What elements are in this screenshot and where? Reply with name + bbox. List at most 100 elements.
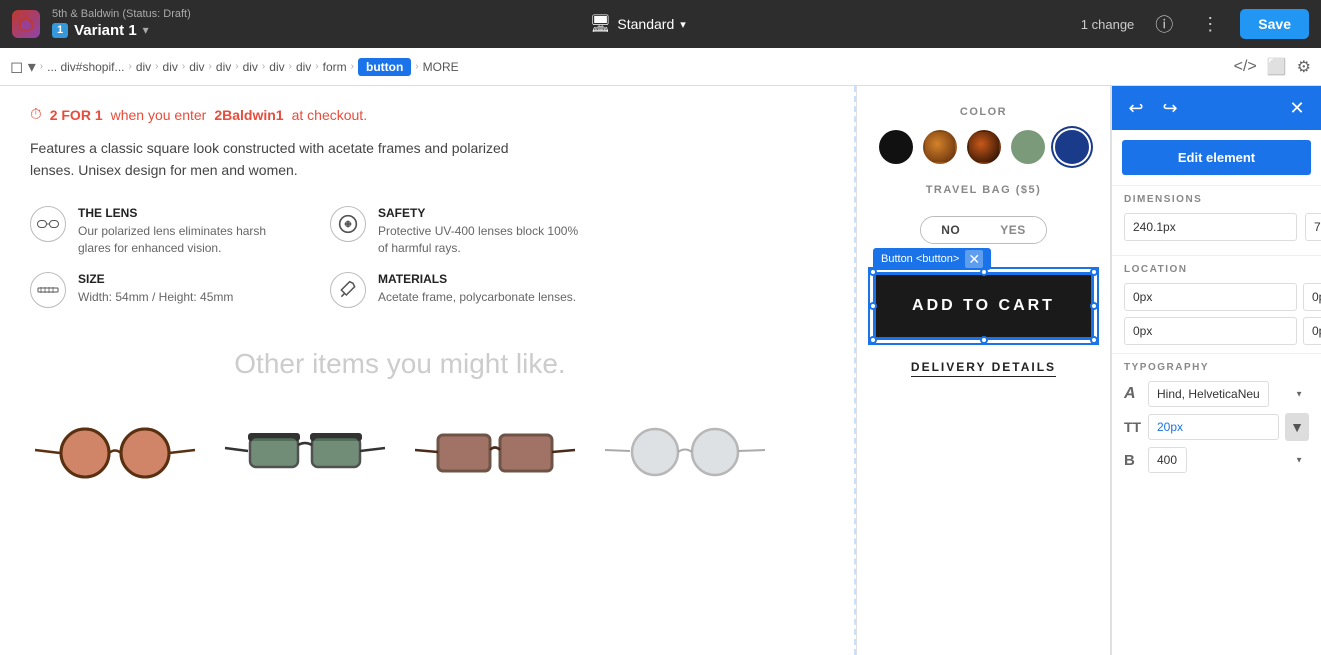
handle-bottom-center[interactable]: [980, 336, 988, 344]
location-label: LOCATION: [1124, 264, 1309, 275]
breadcrumb-item-2[interactable]: div: [163, 60, 178, 74]
redo-button[interactable]: ↪: [1156, 94, 1184, 122]
breadcrumb-item-4[interactable]: div: [216, 60, 231, 74]
settings-button[interactable]: ⚙: [1297, 57, 1311, 77]
add-to-cart-button[interactable]: ADD TO CART: [873, 272, 1094, 340]
promo-suffix: when you enter: [111, 107, 207, 123]
loc-y2-input[interactable]: [1303, 317, 1321, 345]
font-family-select[interactable]: Hind, HelveticaNeu: [1148, 381, 1269, 407]
font-size-wrapper: [1148, 414, 1279, 440]
font-family-wrapper: Hind, HelveticaNeu: [1148, 381, 1309, 407]
lens-icon: [30, 206, 66, 242]
handle-middle-left[interactable]: [869, 302, 877, 310]
height-input[interactable]: [1305, 213, 1321, 241]
topbar-center: 🖥 Standard ▾: [207, 10, 1069, 38]
product-description: Features a classic square look construct…: [30, 137, 550, 182]
color-swatch-amber[interactable]: [923, 130, 957, 164]
topbar: 5th & Baldwin (Status: Draft) 1 Variant …: [0, 0, 1321, 48]
color-swatch-sage[interactable]: [1011, 130, 1045, 164]
travel-bag-toggle[interactable]: NO YES: [920, 216, 1047, 244]
variant-badge: 1: [52, 23, 68, 38]
font-family-icon: A: [1124, 385, 1142, 403]
delivery-section: DELIVERY DETAILS: [873, 360, 1094, 377]
breadcrumb-item-1[interactable]: div: [136, 60, 151, 74]
variant-chevron-icon[interactable]: ▾: [143, 23, 149, 37]
breadcrumb-item-5[interactable]: div: [243, 60, 258, 74]
promo-end: at checkout.: [292, 107, 368, 123]
dimensions-label: DIMENSIONS: [1124, 194, 1309, 205]
loc-x2-input[interactable]: [1124, 317, 1297, 345]
toggle-yes[interactable]: YES: [980, 217, 1046, 243]
variant-title: Variant 1: [74, 22, 137, 40]
feature-lens: THE LENS Our polarized lens eliminates h…: [30, 206, 290, 257]
font-family-row: A Hind, HelveticaNeu: [1124, 381, 1309, 407]
font-weight-wrapper: 400: [1148, 447, 1309, 473]
device-chevron-icon: ▾: [680, 18, 686, 31]
code-view-button[interactable]: </>: [1234, 58, 1257, 76]
breadcrumb-item-3[interactable]: div: [189, 60, 204, 74]
breadcrumb-item-button[interactable]: button: [358, 58, 411, 76]
font-weight-select[interactable]: 400: [1148, 447, 1187, 473]
location-section: LOCATION: [1112, 255, 1321, 353]
breadcrumb-item-6[interactable]: div: [269, 60, 284, 74]
handle-middle-right[interactable]: [1090, 302, 1098, 310]
topbar-right: 1 change ⓘ ⋮ Save: [1081, 8, 1309, 40]
handle-top-right[interactable]: [1090, 268, 1098, 276]
loc-y1-input[interactable]: [1303, 283, 1321, 311]
close-panel-button[interactable]: ✕: [1283, 94, 1311, 122]
editor-panel: ↩ ↪ ✕ Edit element DIMENSIONS LOCATION: [1111, 86, 1321, 655]
breadcrumb-item-form[interactable]: form: [323, 60, 347, 74]
handle-bottom-right[interactable]: [1090, 336, 1098, 344]
draft-label: 5th & Baldwin (Status: Draft): [52, 8, 191, 21]
sunglass-1[interactable]: [30, 410, 200, 490]
feature-lens-content: THE LENS Our polarized lens eliminates h…: [78, 206, 290, 257]
toggle-no[interactable]: NO: [921, 217, 980, 243]
main-area: ⏱ 2 FOR 1 when you enter 2Baldwin1 at ch…: [0, 86, 1321, 655]
other-items-title: Other items you might like.: [30, 348, 770, 380]
color-label: COLOR: [873, 106, 1094, 118]
handle-bottom-left[interactable]: [869, 336, 877, 344]
feature-materials-desc: Acetate frame, polycarbonate lenses.: [378, 289, 576, 306]
element-badge: Button <button> ✕: [873, 248, 991, 270]
font-size-stepper[interactable]: ▼: [1285, 413, 1309, 441]
color-swatch-tortoise[interactable]: [967, 130, 1001, 164]
safety-icon: [330, 206, 366, 242]
breadcrumb-item-7[interactable]: div: [296, 60, 311, 74]
variant-selector[interactable]: 1 Variant 1 ▾: [52, 22, 191, 40]
font-size-row: TT ▼: [1124, 413, 1309, 441]
edit-element-button[interactable]: Edit element: [1122, 140, 1311, 175]
change-count: 1 change: [1081, 17, 1135, 32]
font-size-icon: TT: [1124, 419, 1142, 435]
device-selector[interactable]: 🖥 Standard ▾: [582, 10, 694, 38]
font-size-input[interactable]: [1148, 414, 1279, 440]
color-swatch-black[interactable]: [879, 130, 913, 164]
more-menu-button[interactable]: ⋮: [1194, 8, 1226, 40]
breadcrumb-item-0[interactable]: ... div#shopif...: [47, 60, 124, 74]
device-label: Standard: [617, 16, 674, 32]
typography-section: TYPOGRAPHY A Hind, HelveticaNeu TT ▼: [1112, 353, 1321, 487]
sunglass-3[interactable]: [410, 410, 580, 490]
color-swatch-navy[interactable]: [1055, 130, 1089, 164]
font-weight-icon: B: [1124, 452, 1142, 469]
feature-size: SIZE Width: 54mm / Height: 45mm: [30, 272, 290, 308]
breadcrumb-selector[interactable]: ◻ ▾: [10, 57, 36, 77]
inspect-button[interactable]: ⬜: [1267, 57, 1287, 77]
size-icon: [30, 272, 66, 308]
breadcrumb-item-more[interactable]: MORE: [423, 60, 459, 74]
width-input[interactable]: [1124, 213, 1297, 241]
info-button[interactable]: ⓘ: [1148, 8, 1180, 40]
feature-materials: MATERIALS Acetate frame, polycarbonate l…: [330, 272, 590, 308]
sunglasses-row: [30, 410, 770, 490]
travel-bag-label: TRAVEL BAG ($5): [873, 184, 1094, 196]
sunglass-2[interactable]: [220, 410, 390, 490]
undo-button[interactable]: ↩: [1122, 94, 1150, 122]
feature-safety-title: SAFETY: [378, 206, 590, 220]
delivery-details-link[interactable]: DELIVERY DETAILS: [911, 360, 1056, 377]
element-badge-close-button[interactable]: ✕: [965, 250, 983, 268]
save-button[interactable]: Save: [1240, 9, 1309, 39]
location-grid: [1124, 283, 1309, 345]
breadcrumb-bar: ◻ ▾ › ... div#shopif... › div › div › di…: [0, 48, 1321, 86]
sunglass-4[interactable]: [600, 410, 770, 490]
loc-x1-input[interactable]: [1124, 283, 1297, 311]
materials-icon: [330, 272, 366, 308]
